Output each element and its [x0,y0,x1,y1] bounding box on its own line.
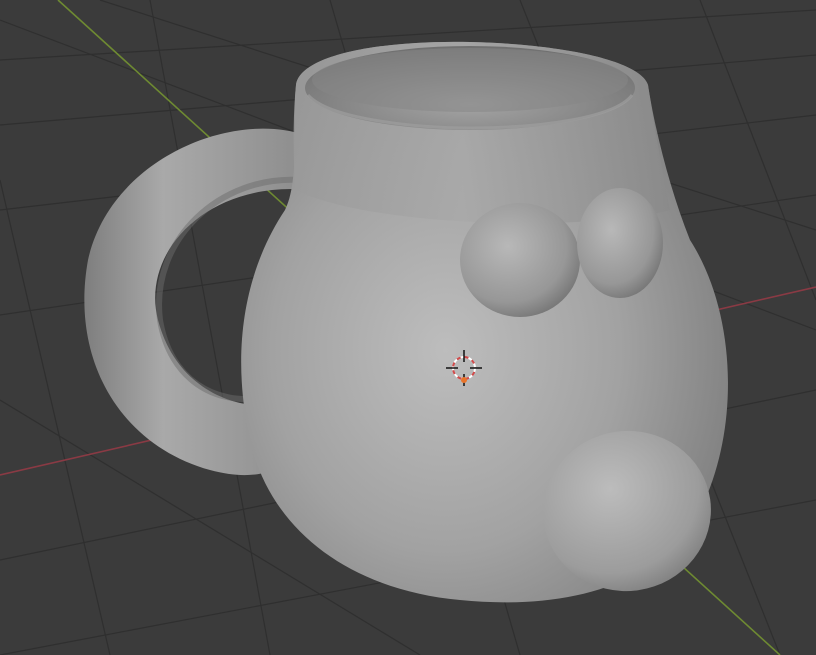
viewport-scene[interactable] [0,0,816,655]
3d-viewport[interactable] [0,0,816,655]
right-eye-sphere[interactable] [577,188,663,298]
left-eye-sphere[interactable] [460,203,580,317]
